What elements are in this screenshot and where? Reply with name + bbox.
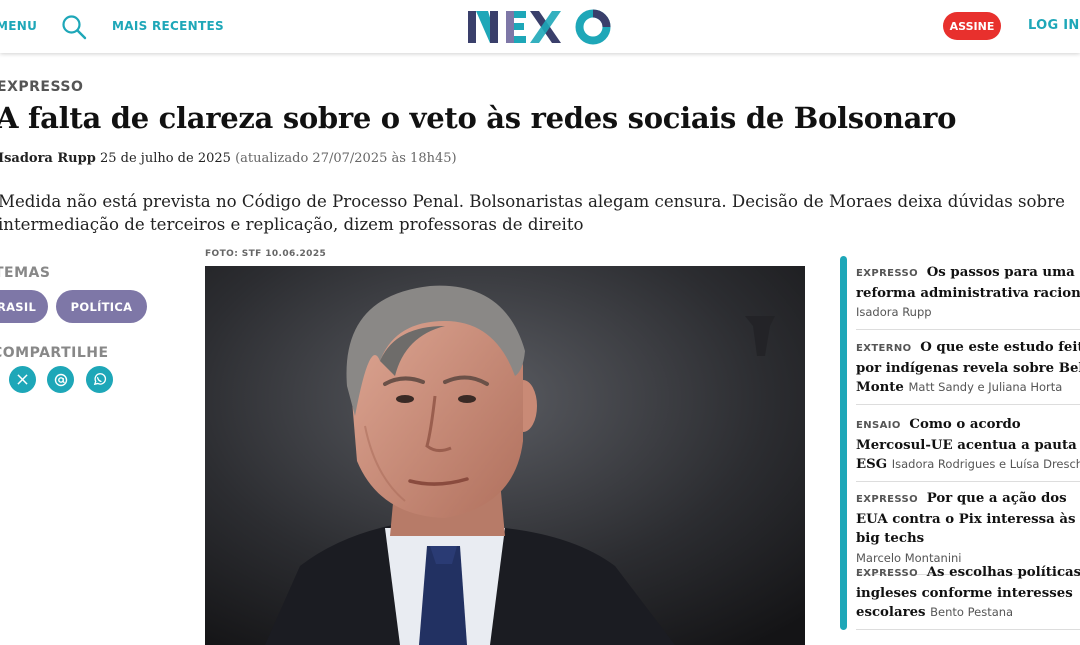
article-title: A falta de clareza sobre o veto às redes…: [0, 101, 957, 135]
topics-label: TEMAS: [0, 265, 51, 281]
rail-item[interactable]: ENSAIO Como o acordo Mercosul-UE acentua…: [856, 415, 1080, 482]
article-photo: [205, 266, 805, 645]
rail-item-kicker: EXPRESSO: [856, 494, 919, 505]
rail-item[interactable]: EXTERNO O que este estudo feito por indí…: [856, 338, 1080, 405]
rail-item-author: Matt Sandy e Juliana Horta: [908, 380, 1063, 394]
rail-item-author: Isadora Rodrigues e Luísa Dresch: [891, 457, 1080, 471]
subscribe-button[interactable]: ASSINE: [943, 12, 1001, 40]
x-icon[interactable]: [9, 366, 36, 393]
rail-item-author: Isadora Rupp: [856, 305, 932, 319]
author-link[interactable]: Isadora Rupp: [0, 151, 96, 166]
rail-item-kicker: ENSAIO: [856, 420, 901, 431]
site-header: MENU MAIS RECENTES ASSINE LOG IN: [0, 0, 1080, 53]
rail-accent-bar: [840, 256, 847, 630]
rail-item-kicker: EXTERNO: [856, 343, 912, 354]
menu-button[interactable]: MENU: [0, 19, 37, 33]
most-recent-link[interactable]: MAIS RECENTES: [112, 19, 224, 33]
rail-item-author: Bento Pestana: [930, 605, 1014, 619]
publish-date: 25 de julho de 2025: [99, 151, 231, 166]
share-label: COMPARTILHE: [0, 345, 109, 361]
article-lede: Medida não está prevista no Código de Pr…: [0, 192, 1065, 234]
updated-date: (atualizado 27/07/2025 às 18h45): [235, 151, 457, 166]
tag-politica[interactable]: POLÍTICA: [56, 290, 147, 323]
tag-brasil[interactable]: BRASIL: [0, 290, 48, 323]
email-icon[interactable]: [47, 366, 74, 393]
rail-item-kicker: EXPRESSO: [856, 568, 919, 579]
login-link[interactable]: LOG IN: [1028, 18, 1080, 33]
byline: Isadora Rupp 25 de julho de 2025 (atuali…: [0, 151, 457, 166]
article-kicker[interactable]: EXPRESSO: [0, 79, 83, 95]
nexo-logo[interactable]: [466, 8, 614, 46]
rail-item[interactable]: EXPRESSO As escolhas políticas ingleses …: [856, 563, 1080, 630]
whatsapp-icon[interactable]: [86, 366, 113, 393]
photo-credit: FOTO: STF 10.06.2025: [205, 249, 327, 259]
rail-item[interactable]: EXPRESSO Os passos para uma reforma admi…: [856, 263, 1080, 330]
search-icon[interactable]: [61, 14, 87, 40]
rail-item-kicker: EXPRESSO: [856, 268, 919, 279]
